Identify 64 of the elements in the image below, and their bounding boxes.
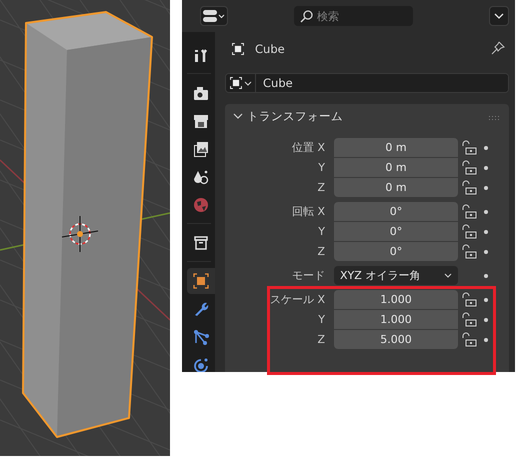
number-field[interactable]: 0° xyxy=(334,202,458,221)
number-field[interactable]: 1.000 xyxy=(334,290,458,309)
field-label: 位置 X xyxy=(290,140,326,155)
unlocked-padlock-icon[interactable] xyxy=(462,160,478,176)
chevron-down-icon xyxy=(494,13,504,19)
number-field[interactable]: 0 m xyxy=(334,178,458,197)
chevron-down-icon xyxy=(233,112,243,120)
node-icon xyxy=(192,328,210,346)
chevron-down-icon xyxy=(444,273,452,278)
3d-cursor-icon xyxy=(62,216,98,252)
globe-icon xyxy=(192,196,210,214)
unlocked-padlock-icon[interactable] xyxy=(462,312,478,328)
number-field[interactable]: 0° xyxy=(334,242,458,261)
camera-icon xyxy=(192,84,210,102)
object-name: Cube xyxy=(255,42,285,56)
number-field[interactable]: 5.000 xyxy=(334,330,458,349)
number-field[interactable]: 1.000 xyxy=(334,310,458,329)
unlocked-padlock-icon[interactable] xyxy=(462,180,478,196)
search-field[interactable]: 検索 xyxy=(294,6,413,26)
options-dropdown-button[interactable] xyxy=(489,6,509,26)
square-icon xyxy=(192,272,210,290)
field-label: スケール X xyxy=(268,292,326,307)
keyframe-dot[interactable] xyxy=(484,338,488,342)
field-label: Y xyxy=(317,313,326,326)
printer-icon xyxy=(192,112,210,130)
field-label: 回転 X xyxy=(290,204,326,219)
datablock-selector[interactable]: Cube xyxy=(225,73,509,93)
unlocked-padlock-icon[interactable] xyxy=(462,140,478,156)
field-label: Y xyxy=(317,161,326,174)
keyframe-dot[interactable] xyxy=(484,274,488,278)
keyframe-dot[interactable] xyxy=(484,250,488,254)
chevron-down-icon xyxy=(244,80,252,86)
editor-type-button[interactable] xyxy=(200,6,228,26)
drop-circle-icon xyxy=(192,168,210,186)
panel-header[interactable]: トランスフォーム xyxy=(225,104,509,128)
image-stack-icon xyxy=(192,140,210,158)
field-label: Z xyxy=(316,181,326,194)
keyframe-dot[interactable] xyxy=(484,298,488,302)
field-label: Z xyxy=(316,333,326,346)
field-label: Y xyxy=(317,225,326,238)
object-type-dropdown[interactable] xyxy=(226,74,256,92)
keyframe-dot[interactable] xyxy=(484,166,488,170)
search-icon xyxy=(300,10,313,22)
field-label: Z xyxy=(316,245,326,258)
keyframe-dot[interactable] xyxy=(484,186,488,190)
keyframe-dot[interactable] xyxy=(484,318,488,322)
orbit-icon xyxy=(192,356,210,372)
keyframe-dot[interactable] xyxy=(484,210,488,214)
number-field[interactable]: 0° xyxy=(334,222,458,241)
unlocked-padlock-icon[interactable] xyxy=(462,292,478,308)
number-field[interactable]: 0 m xyxy=(334,158,458,177)
keyframe-dot[interactable] xyxy=(484,146,488,150)
unlocked-padlock-icon[interactable] xyxy=(462,224,478,240)
field-label: モード xyxy=(291,268,326,283)
mode-dropdown[interactable]: XYZ オイラー角 xyxy=(334,266,458,285)
unlocked-padlock-icon[interactable] xyxy=(462,332,478,348)
number-field[interactable]: 0 m xyxy=(334,138,458,157)
search-input[interactable]: 検索 xyxy=(317,10,397,22)
box-icon xyxy=(192,234,210,252)
object-icon xyxy=(229,76,243,90)
object-icon xyxy=(231,42,245,56)
keyframe-dot[interactable] xyxy=(484,230,488,234)
unlocked-padlock-icon[interactable] xyxy=(462,244,478,260)
unlocked-padlock-icon[interactable] xyxy=(462,204,478,220)
